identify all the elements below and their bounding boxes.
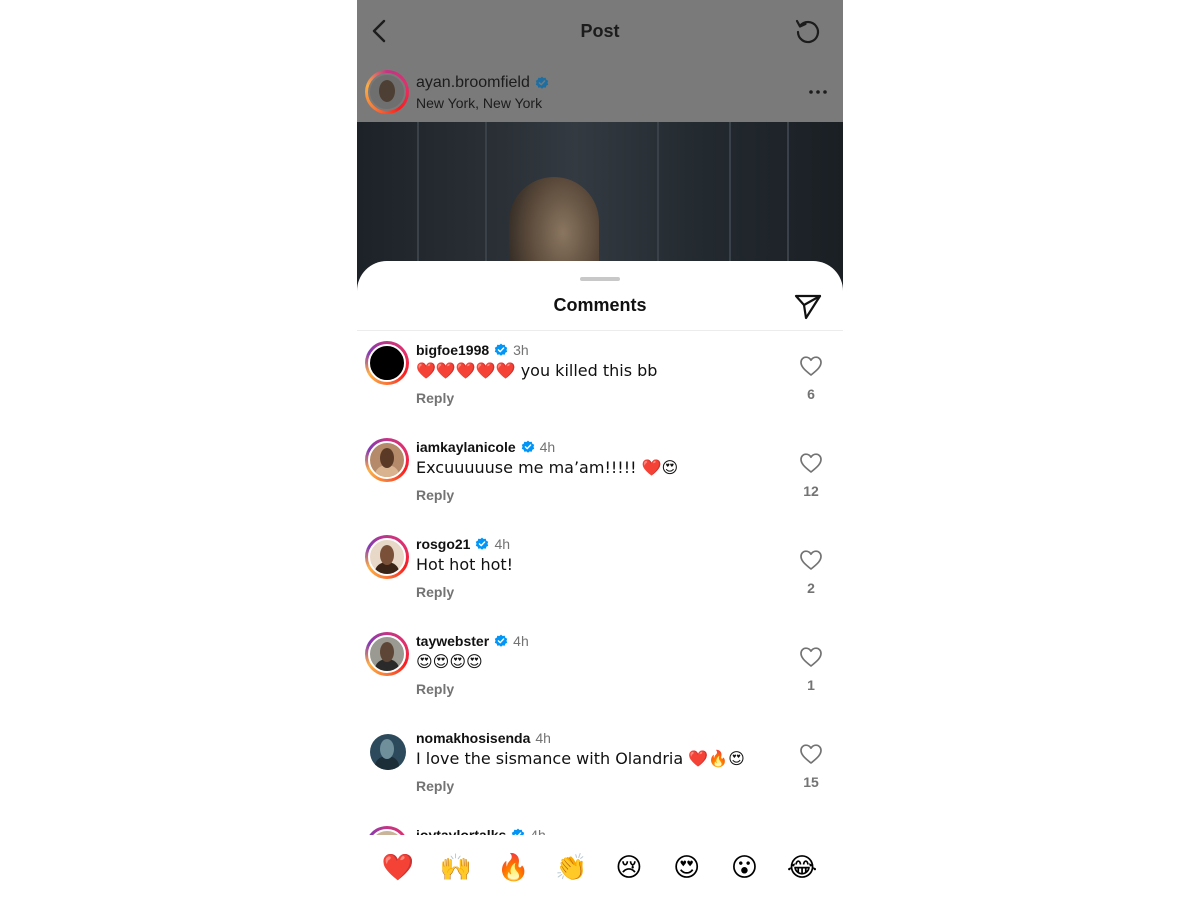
comment-item: taywebster 4h 😍😍😍😍 Reply 1 [357,622,843,719]
comment-header: rosgo21 4h [416,536,510,552]
avatar[interactable] [365,535,409,579]
comment-text: I love the sismance with Olandria ❤️🔥😍 [416,749,745,768]
page-title: Post [580,20,620,41]
emoji-tears-of-joy-button[interactable]: 😂 [782,853,822,883]
avatar[interactable] [365,341,409,385]
author-username-row[interactable]: ayan.broomfield [416,74,549,92]
like-count: 12 [803,483,819,499]
avatar[interactable] [365,632,409,676]
emoji-fire-button[interactable]: 🔥 [493,853,533,883]
comment-time: 4h [539,439,556,455]
reply-button[interactable]: Reply [416,778,454,794]
heart-icon[interactable] [799,743,823,765]
comment-username[interactable]: taywebster [416,633,489,649]
emoji-red-heart-button[interactable]: ❤️ [378,853,418,883]
like-count: 15 [803,774,819,790]
heart-icon[interactable] [799,646,823,668]
reply-button[interactable]: Reply [416,487,454,503]
emoji-heart-eyes-button[interactable]: 😍 [667,853,707,883]
verified-badge-icon [476,537,489,550]
comment-text: Hot hot hot! [416,555,514,574]
comment-item: iamkaylanicole 4h Excuuuuuse me ma’am!!!… [357,428,843,525]
comment-header: nomakhosisenda 4h [416,730,551,746]
comment-time: 4h [513,633,529,649]
comment-username[interactable]: bigfoe1998 [416,342,489,358]
comment-item: nomakhosisenda 4h I love the sismance wi… [357,719,843,816]
comment-text: Excuuuuuse me ma’am!!!!! ❤️😍 [416,458,679,477]
comment-username[interactable]: nomakhosisenda [416,730,530,746]
drag-handle[interactable] [580,277,620,281]
comments-list[interactable]: bigfoe1998 3h ❤️❤️❤️❤️❤️ you killed this… [357,331,843,836]
send-icon[interactable] [793,291,823,321]
post-header: Post [357,0,843,62]
comments-sheet: Comments bigfoe1998 3h ❤️❤️❤️❤️❤️ you ki… [357,261,843,900]
comment-time: 4h [494,536,511,552]
comment-header: iamkaylanicole 4h [416,439,555,455]
more-horizontal-icon[interactable] [807,82,829,102]
comment-time: 4h [535,730,551,746]
verified-badge-icon [494,343,508,356]
comment-item: joytaylortalks 4h Reply [357,816,843,836]
emoji-crying-face-button[interactable]: 😢 [609,853,649,883]
comment-username[interactable]: iamkaylanicole [416,439,516,455]
avatar[interactable] [365,729,409,773]
like-count: 2 [807,580,815,596]
heart-icon[interactable] [799,355,823,377]
like-count: 6 [807,386,815,402]
emoji-quick-bar: ❤️ 🙌 🔥 👏 😢 😍 😮 😂 [357,835,843,900]
emoji-raising-hands-button[interactable]: 🙌 [436,853,476,883]
author-username[interactable]: ayan.broomfield [416,74,530,92]
comment-item: rosgo21 4h Hot hot hot! Reply 2 [357,525,843,622]
avatar[interactable] [365,70,409,114]
verified-badge-icon [521,440,534,453]
avatar[interactable] [365,438,409,482]
reply-button[interactable]: Reply [416,584,454,600]
heart-icon[interactable] [799,452,823,474]
emoji-clapping-hands-button[interactable]: 👏 [551,853,591,883]
verified-badge-icon [494,634,508,647]
comment-header: bigfoe1998 3h [416,342,529,358]
phone-screen: Post ayan.broomfield New York, New York [357,0,843,900]
emoji-open-mouth-button[interactable]: 😮 [724,853,764,883]
post-background: Post ayan.broomfield New York, New York [357,0,843,302]
comment-item: bigfoe1998 3h ❤️❤️❤️❤️❤️ you killed this… [357,331,843,428]
chevron-left-icon[interactable] [365,16,395,46]
refresh-icon[interactable] [793,16,823,46]
comment-header: taywebster 4h [416,633,529,649]
comment-text: 😍😍😍😍 [416,652,483,671]
reply-button[interactable]: Reply [416,681,454,697]
comment-text: ❤️❤️❤️❤️❤️ you killed this bb [416,361,658,380]
comment-time: 3h [513,342,529,358]
verified-badge-icon [535,76,549,89]
comments-title: Comments [553,295,647,315]
comment-username[interactable]: rosgo21 [416,536,470,552]
reply-button[interactable]: Reply [416,390,454,406]
post-author-row: ayan.broomfield New York, New York [357,62,843,122]
like-count: 1 [807,677,815,693]
post-location[interactable]: New York, New York [416,95,542,111]
heart-icon[interactable] [799,549,823,571]
